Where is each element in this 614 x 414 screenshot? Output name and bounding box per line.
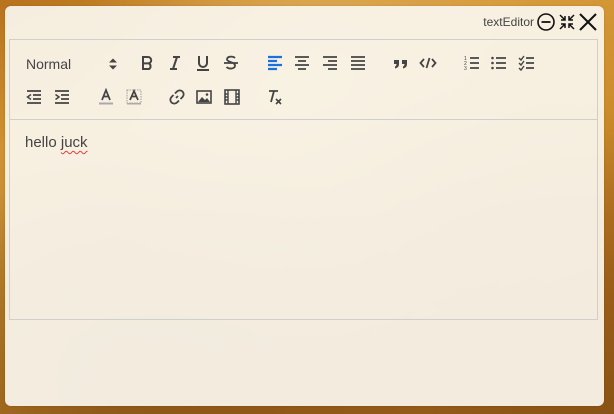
- italic-icon: [170, 56, 180, 70]
- underline-icon: [197, 56, 209, 71]
- code-block-icon: [419, 57, 437, 69]
- bullet-list-icon: [491, 56, 506, 70]
- background-color-button[interactable]: [123, 86, 145, 108]
- ordered-list-button[interactable]: 123: [461, 52, 483, 74]
- window-title: textEditor: [483, 15, 534, 29]
- clear-format-button[interactable]: [264, 86, 286, 108]
- close-button[interactable]: [578, 12, 598, 32]
- blockquote-icon: [394, 60, 407, 69]
- outdent-icon: [26, 90, 41, 104]
- align-left-icon: [268, 55, 282, 71]
- align-center-icon: [295, 56, 309, 70]
- outdent-button[interactable]: [23, 86, 45, 108]
- link-icon: [169, 89, 185, 105]
- editor-toolbar: Normal 1 2 3: [10, 40, 597, 120]
- image-icon: [196, 90, 212, 104]
- indent-icon: [55, 90, 69, 104]
- align-left-button[interactable]: [264, 52, 286, 74]
- bold-button[interactable]: [136, 52, 158, 74]
- blockquote-button[interactable]: [390, 52, 412, 74]
- ordered-list-icon: 123: [464, 56, 479, 72]
- up-down-arrows-icon: [109, 58, 117, 70]
- close-icon: [579, 13, 597, 31]
- align-right-button[interactable]: [319, 52, 341, 74]
- image-button[interactable]: [193, 86, 215, 108]
- text-color-button[interactable]: [95, 86, 117, 108]
- underline-button[interactable]: [192, 52, 214, 74]
- rich-text-editor: Normal 1 2 3 hello juck: [9, 39, 598, 320]
- svg-text:3: 3: [464, 66, 467, 72]
- header-format-select[interactable]: Normal: [26, 53, 118, 75]
- video-button[interactable]: [221, 86, 243, 108]
- video-icon: [224, 89, 240, 105]
- checklist-button[interactable]: [516, 52, 538, 74]
- code-block-button[interactable]: [417, 52, 439, 74]
- compress-icon: [559, 14, 575, 30]
- align-justify-button[interactable]: [347, 52, 369, 74]
- background-color-icon: [126, 88, 142, 105]
- clear-format-icon: [269, 90, 282, 105]
- misspelled-word: juck: [60, 134, 88, 151]
- strikethrough-button[interactable]: [220, 52, 242, 74]
- minimize-button[interactable]: [536, 12, 556, 32]
- titlebar: textEditor: [483, 12, 598, 32]
- strikethrough-icon: [224, 55, 238, 70]
- checklist-icon: [518, 55, 534, 72]
- header-format-value: Normal: [26, 56, 72, 72]
- align-right-icon: [323, 56, 337, 70]
- restore-button[interactable]: [557, 12, 577, 32]
- editor-content[interactable]: hello juck: [10, 120, 597, 319]
- align-justify-icon: [351, 56, 365, 70]
- indent-button[interactable]: [51, 86, 73, 108]
- italic-button[interactable]: [164, 52, 186, 74]
- text-editor-window: textEditor Normal 1 2 3 hello juck: [5, 6, 604, 406]
- text-color-icon: [99, 88, 113, 105]
- link-button[interactable]: [166, 86, 188, 108]
- content-text: hello: [25, 134, 61, 151]
- minus-circle-icon: [537, 13, 555, 31]
- bullet-list-button[interactable]: [488, 52, 510, 74]
- bold-icon: [142, 56, 153, 70]
- align-center-button[interactable]: [291, 52, 313, 74]
